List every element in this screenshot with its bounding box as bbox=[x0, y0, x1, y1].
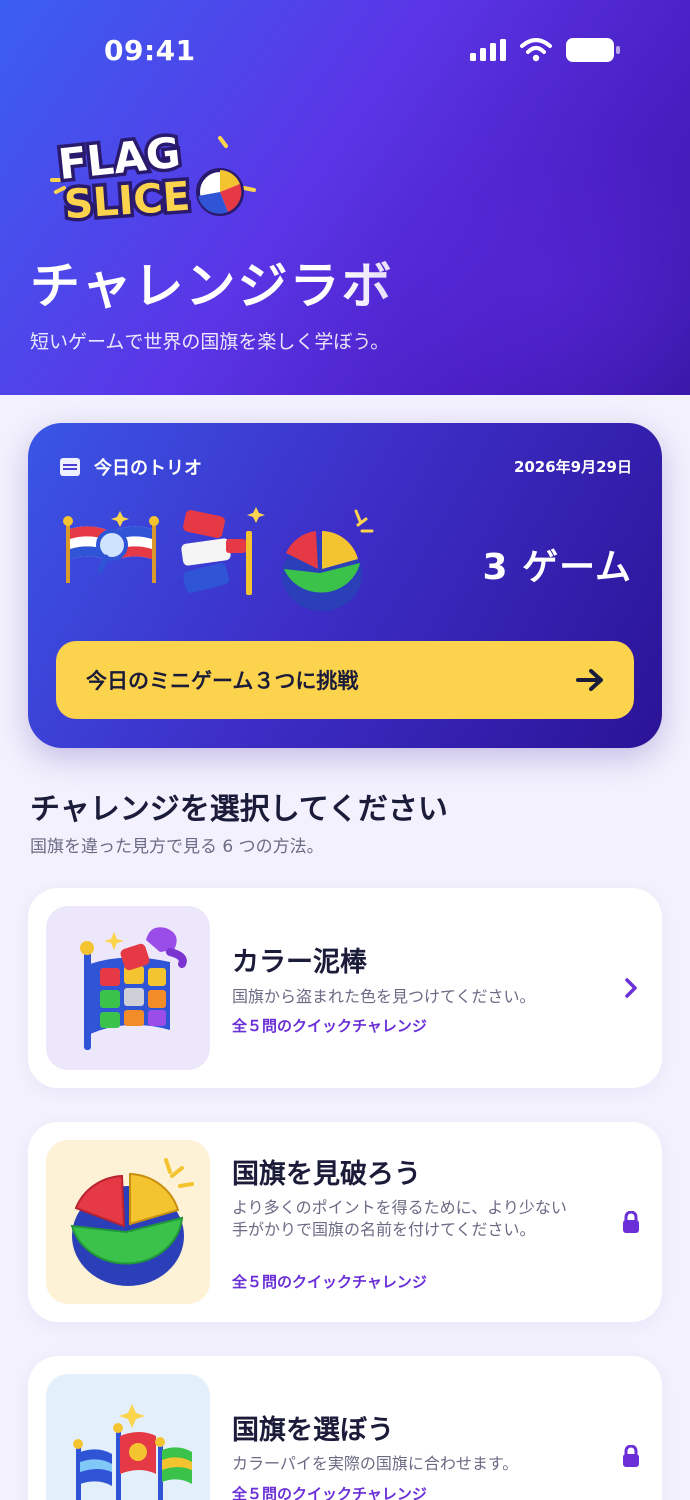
challenge-description: より多くのポイントを得るために、より少ない手がかりで国旗の名前を付けてください。 bbox=[232, 1198, 567, 1239]
challenge-card-color-thief[interactable]: カラー泥棒 国旗から盗まれた色を見つけてください。 全５問のクイックチャレンジ bbox=[28, 888, 662, 1088]
challenge-card-flag-pick[interactable]: 国旗を選ぼう カラーパイを実際の国旗に合わせます。 全５問のクイックチャレンジ bbox=[28, 1356, 662, 1500]
logo-pie-icon bbox=[196, 168, 244, 216]
lock-icon bbox=[620, 1445, 642, 1467]
arrow-right-icon bbox=[576, 669, 603, 691]
status-icons bbox=[470, 38, 620, 62]
flag-slice-logo: FLAG SLICE bbox=[48, 118, 263, 232]
signal-icon bbox=[470, 39, 506, 61]
daily-trio-label: 今日のトリオ bbox=[94, 458, 202, 479]
daily-trio-count: 3 ゲーム bbox=[482, 547, 632, 588]
flags-magnifier-icon bbox=[63, 511, 159, 583]
color-pie-icon bbox=[70, 1158, 194, 1286]
challenge-title: 国旗を見破ろう bbox=[232, 1159, 421, 1190]
hero-header: 09:41 FLAG SLICE チャレンジラボ 短いゲームで世界の国旗を楽しく… bbox=[0, 0, 690, 395]
start-daily-trio-label: 今日のミニゲーム３つに挑戦 bbox=[86, 669, 359, 693]
start-daily-trio-button[interactable]: 今日のミニゲーム３つに挑戦 bbox=[56, 641, 634, 719]
page-subtitle: 短いゲームで世界の国旗を楽しく学ぼう。 bbox=[30, 331, 390, 353]
challenge-thumbnail bbox=[46, 1374, 210, 1500]
challenge-title: カラー泥棒 bbox=[232, 947, 367, 978]
wifi-icon bbox=[520, 38, 552, 62]
challenge-meta: 全５問のクイックチャレンジ bbox=[232, 1273, 427, 1291]
chevron-right-icon bbox=[620, 977, 642, 999]
daily-trio-date: 2026年9月29日 bbox=[513, 458, 632, 476]
challenge-meta: 全５問のクイックチャレンジ bbox=[232, 1485, 427, 1500]
challenge-card-flag-guess[interactable]: 国旗を見破ろう より多くのポイントを得るために、より少ない手がかりで国旗の名前を… bbox=[28, 1122, 662, 1322]
section-subtitle: 国旗を違った見方で見る 6 つの方法。 bbox=[30, 837, 324, 857]
battery-icon bbox=[566, 38, 620, 62]
lock-icon bbox=[620, 1211, 642, 1233]
svg-text:SLICE: SLICE bbox=[63, 174, 192, 223]
color-pie-icon bbox=[282, 509, 374, 611]
challenge-description: カラーパイを実際の国旗に合わせます。 bbox=[232, 1454, 519, 1473]
challenge-thumbnail bbox=[46, 906, 210, 1070]
daily-trio-card: 今日のトリオ 2026年9月29日 3 ゲーム 今日のミニゲーム３つに挑戦 bbox=[28, 423, 662, 748]
flags-group-icon bbox=[73, 1404, 192, 1500]
trio-game-icons bbox=[63, 507, 374, 611]
challenge-meta: 全５問のクイックチャレンジ bbox=[232, 1017, 427, 1035]
page-title: チャレンジラボ bbox=[30, 257, 394, 315]
challenge-thumbnail bbox=[46, 1140, 210, 1304]
flag-bars-icon bbox=[181, 507, 265, 595]
challenge-title: 国旗を選ぼう bbox=[232, 1415, 394, 1446]
status-time: 09:41 bbox=[104, 34, 196, 67]
section-title: チャレンジを選択してください bbox=[30, 792, 448, 827]
calendar-icon bbox=[60, 458, 80, 476]
challenge-description: 国旗から盗まれた色を見つけてください。 bbox=[232, 987, 536, 1006]
status-bar: 09:41 bbox=[0, 0, 690, 100]
paint-flag-icon bbox=[80, 927, 187, 1050]
daily-trio-label-row: 今日のトリオ bbox=[60, 454, 202, 480]
